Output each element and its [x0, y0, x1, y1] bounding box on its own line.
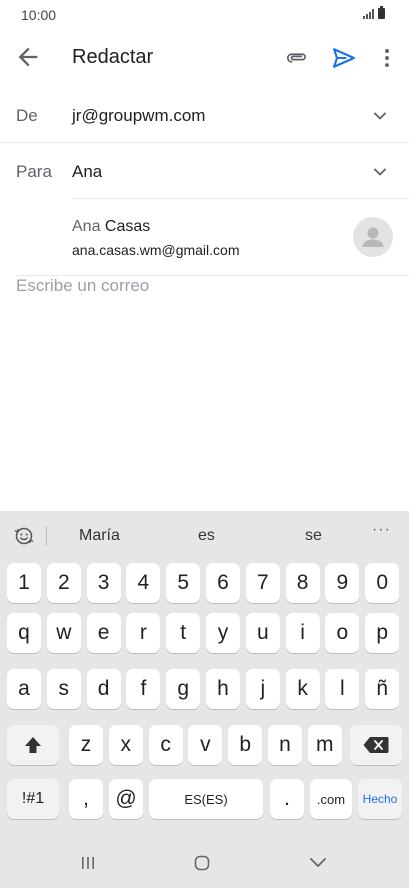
- backspace-key[interactable]: [350, 725, 402, 765]
- to-field[interactable]: Para Ana: [0, 144, 409, 198]
- arrow-back-icon: [18, 47, 38, 67]
- nav-back-icon[interactable]: [309, 857, 327, 869]
- keyboard-suggestion-bar: María es se ···: [0, 511, 409, 559]
- period-key[interactable]: .: [270, 779, 304, 819]
- key-l[interactable]: l: [325, 669, 360, 709]
- contact-name-match: Ana: [72, 218, 101, 235]
- more-options-button[interactable]: [374, 44, 400, 72]
- key-y[interactable]: y: [206, 613, 240, 653]
- keyboard-suggestion[interactable]: se: [305, 527, 322, 545]
- shift-key[interactable]: [7, 725, 59, 765]
- emoji-toggle-icon[interactable]: [12, 524, 36, 548]
- navigation-bar: [0, 836, 409, 888]
- symbols-key[interactable]: !#1: [7, 779, 59, 819]
- key-8[interactable]: 8: [285, 563, 320, 603]
- suggestion-separator: [46, 526, 47, 546]
- key-b[interactable]: b: [228, 725, 263, 765]
- key-ñ[interactable]: ñ: [365, 669, 400, 709]
- key-s[interactable]: s: [46, 669, 81, 709]
- key-t[interactable]: t: [166, 613, 201, 653]
- send-button[interactable]: [330, 44, 358, 72]
- key-z[interactable]: z: [69, 725, 103, 765]
- contact-suggestion[interactable]: Ana Casas ana.casas.wm@gmail.com: [0, 202, 409, 272]
- paperclip-icon: [286, 53, 306, 63]
- key-1[interactable]: 1: [7, 563, 41, 603]
- from-value: jr@groupwm.com: [72, 106, 206, 125]
- shift-icon: [25, 737, 41, 753]
- key-c[interactable]: c: [148, 725, 183, 765]
- key-5[interactable]: 5: [166, 563, 201, 603]
- key-w[interactable]: w: [46, 613, 81, 653]
- home-icon[interactable]: [194, 855, 210, 871]
- done-key[interactable]: Hecho: [358, 779, 402, 819]
- divider: [72, 198, 409, 199]
- key-x[interactable]: x: [108, 725, 143, 765]
- backspace-icon: [363, 737, 389, 753]
- chevron-down-icon[interactable]: [370, 162, 390, 182]
- key-4[interactable]: 4: [126, 563, 161, 603]
- divider: [0, 142, 409, 143]
- key-e[interactable]: e: [86, 613, 121, 653]
- key-v[interactable]: v: [188, 725, 223, 765]
- key-r[interactable]: r: [126, 613, 161, 653]
- status-time: 10:00: [21, 7, 57, 23]
- attach-button[interactable]: [284, 45, 310, 71]
- status-icons: [363, 6, 385, 19]
- key-g[interactable]: g: [166, 669, 201, 709]
- status-bar: 10:00: [0, 0, 409, 30]
- key-6[interactable]: 6: [206, 563, 240, 603]
- from-label: De: [16, 106, 38, 125]
- keyboard: María es se ··· 1234567890 qwertyuiop asdf…: [0, 511, 409, 888]
- key-h[interactable]: h: [206, 669, 240, 709]
- key-7[interactable]: 7: [245, 563, 280, 603]
- keyboard-suggestion[interactable]: es: [198, 527, 215, 545]
- back-button[interactable]: [14, 43, 42, 71]
- comma-key[interactable]: ,: [69, 779, 103, 819]
- key-o[interactable]: o: [325, 613, 360, 653]
- key-2[interactable]: 2: [46, 563, 81, 603]
- key-0[interactable]: 0: [365, 563, 400, 603]
- key-q[interactable]: q: [7, 613, 41, 653]
- keyboard-suggestion[interactable]: María: [79, 527, 120, 545]
- contact-email: ana.casas.wm@gmail.com: [72, 242, 240, 258]
- key-m[interactable]: m: [307, 725, 342, 765]
- chevron-down-icon[interactable]: [370, 106, 390, 126]
- to-input[interactable]: Ana: [72, 162, 102, 182]
- key-a[interactable]: a: [7, 669, 41, 709]
- key-n[interactable]: n: [268, 725, 302, 765]
- key-k[interactable]: k: [285, 669, 320, 709]
- recent-apps-icon[interactable]: [80, 856, 96, 870]
- avatar: [353, 217, 393, 257]
- key-f[interactable]: f: [126, 669, 161, 709]
- page-title: Redactar: [72, 46, 154, 68]
- key-p[interactable]: p: [365, 613, 400, 653]
- key-i[interactable]: i: [285, 613, 320, 653]
- space-key[interactable]: ES(ES): [149, 779, 263, 819]
- contact-name-rest: Casas: [100, 218, 151, 235]
- dotcom-key[interactable]: .com: [310, 779, 352, 819]
- key-u[interactable]: u: [245, 613, 280, 653]
- battery-icon: [378, 6, 385, 19]
- keyboard-more-button[interactable]: ···: [372, 521, 391, 539]
- key-j[interactable]: j: [245, 669, 280, 709]
- contact-name: Ana Casas: [72, 218, 150, 236]
- key-9[interactable]: 9: [325, 563, 360, 603]
- send-icon: [333, 48, 355, 68]
- key-3[interactable]: 3: [86, 563, 121, 603]
- person-icon: [362, 227, 384, 247]
- at-key[interactable]: @: [109, 779, 143, 819]
- from-field[interactable]: De jr@groupwm.com: [0, 88, 409, 142]
- signal-icon: [363, 9, 374, 19]
- key-d[interactable]: d: [86, 669, 121, 709]
- to-label: Para: [16, 162, 52, 181]
- compose-body-input[interactable]: Escribe un correo: [16, 276, 149, 296]
- app-bar: Redactar: [0, 30, 409, 86]
- more-vert-icon: [385, 49, 389, 67]
